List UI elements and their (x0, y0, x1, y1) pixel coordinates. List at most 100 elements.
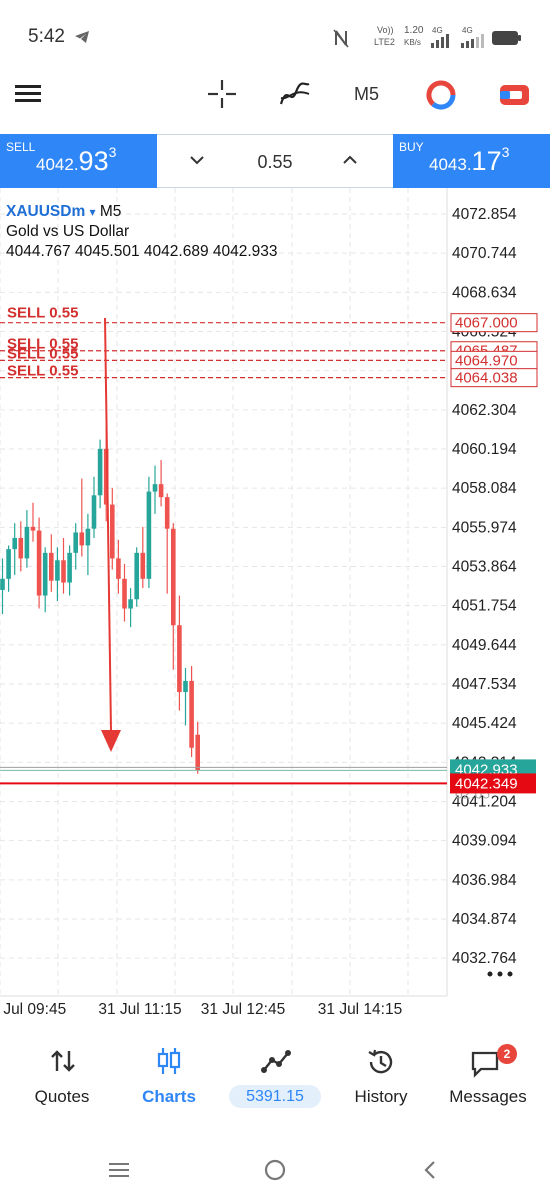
candle-body (24, 526, 30, 559)
status-time: 5:42 (28, 26, 65, 47)
signal-icon (430, 34, 450, 53)
recent-apps-icon[interactable] (108, 1161, 130, 1184)
order-label: SELL 0.55 (7, 305, 78, 322)
candle-body (73, 532, 78, 553)
chart-canvas[interactable]: 4072.8544070.7444068.6344066.5244064.414… (0, 188, 550, 1023)
battery-icon (492, 30, 522, 51)
candle-body (158, 484, 164, 498)
nav-quotes-label: Quotes (34, 1087, 90, 1106)
candle-body (97, 448, 103, 496)
candle-body (128, 599, 133, 609)
candle-body (55, 560, 60, 581)
candle-body (18, 537, 24, 559)
candle-body (12, 537, 17, 550)
timeframe-button[interactable]: M5 (354, 84, 379, 105)
candle-body (189, 680, 194, 748)
candle-body (146, 491, 152, 579)
menu-icon[interactable] (15, 82, 43, 111)
price-axis-label: 4032.764 (452, 950, 517, 967)
candle-body (0, 578, 5, 590)
sell-label: SELL (6, 140, 36, 154)
price-axis-label: 4047.534 (452, 676, 517, 693)
telegram-icon (74, 30, 90, 49)
price-axis-label: 4060.194 (452, 441, 517, 458)
symbol-name[interactable]: XAUUSDm (6, 203, 85, 220)
candle-body (183, 680, 188, 693)
buy-label: BUY (399, 140, 424, 154)
candle-body (6, 549, 11, 579)
candle-body (164, 497, 170, 529)
time-axis-label: 31 Jul 14:15 (318, 1001, 402, 1018)
price-axis-label: 4051.754 (452, 598, 517, 615)
price-axis-label: 4053.864 (452, 559, 517, 576)
trade-chart-icon (261, 1049, 291, 1078)
nav-charts-label: Charts (142, 1087, 196, 1106)
symbol-description: Gold vs US Dollar (6, 223, 130, 240)
order-label: SELL 0.55 (7, 363, 78, 380)
time-axis-label: 31 Jul 12:45 (201, 1001, 285, 1018)
indicators-icon[interactable] (279, 80, 311, 113)
candle-body (36, 530, 42, 596)
price-axis-label: 4034.874 (452, 911, 517, 928)
lot-increase-button[interactable] (342, 152, 358, 173)
signal-icon-2 (460, 34, 488, 53)
order-price-label: 4064.038 (455, 370, 518, 387)
price-axis-label: 4058.084 (452, 480, 517, 497)
ask-price-label: 4042.349 (455, 775, 518, 792)
charts-icon (156, 1047, 182, 1080)
volte-label: Vo)) (377, 25, 394, 35)
net-speed-unit: KB/s (404, 38, 421, 47)
candle-body (195, 734, 200, 771)
nav-trade[interactable]: 5391.15 (225, 1023, 335, 1123)
candle-body (42, 552, 48, 596)
candle-body (91, 495, 97, 529)
price-axis-label: 4049.644 (452, 637, 517, 654)
time-axis-label: 31 Jul 09:45 (0, 1001, 66, 1018)
more-options-icon[interactable] (486, 966, 516, 984)
nav-messages-label: Messages (449, 1087, 527, 1106)
candle-body (171, 528, 176, 626)
candle-body (122, 578, 127, 609)
buy-button[interactable]: BUY 4043.173 (393, 134, 550, 188)
system-navigation-bar (0, 1140, 550, 1200)
home-icon[interactable] (264, 1159, 286, 1186)
order-price-label: 4067.000 (455, 315, 518, 332)
crosshair-icon[interactable] (207, 79, 237, 114)
time-axis-label: 31 Jul 11:15 (98, 1001, 181, 1018)
nav-charts[interactable]: Charts (114, 1023, 224, 1123)
lot-selector: 0.55 (157, 134, 393, 188)
price-axis-label: 4055.974 (452, 519, 517, 536)
candle-body (61, 560, 66, 583)
equity-value: 5391.15 (229, 1085, 321, 1108)
candle-body (49, 552, 54, 581)
candle-body (152, 484, 158, 492)
chart-timeframe: M5 (99, 203, 122, 220)
price-axis-label: 4045.424 (452, 715, 517, 732)
history-icon (366, 1047, 396, 1082)
candle-body (79, 532, 85, 546)
price-axis-label: 4072.854 (452, 206, 517, 223)
tab-switch-icon[interactable] (500, 83, 530, 112)
candle-body (67, 552, 72, 583)
messages-badge: 2 (497, 1044, 517, 1064)
price-axis-label: 4068.634 (452, 284, 517, 301)
candle-body (85, 528, 91, 546)
nav-messages[interactable]: 2 Messages (433, 1023, 543, 1123)
order-label: SELL 0.55 (7, 345, 78, 362)
nav-history[interactable]: History (326, 1023, 436, 1123)
symbol-dropdown-icon[interactable]: ▾ (90, 205, 96, 219)
nav-quotes[interactable]: Quotes (7, 1023, 117, 1123)
one-click-trade-panel: SELL 4042.933 0.55 BUY 4043.173 (0, 134, 550, 188)
back-icon[interactable] (422, 1160, 438, 1185)
candle-body (140, 552, 146, 579)
ohlc-values: 4044.767 4045.501 4042.689 4042.933 (6, 243, 278, 260)
buy-price: 4043.173 (429, 144, 510, 176)
arrow-head (101, 730, 121, 752)
quotes-icon (50, 1049, 76, 1078)
sell-button[interactable]: SELL 4042.933 (0, 134, 157, 188)
price-axis-label: 4070.744 (452, 245, 517, 262)
net-speed-value: 1.20 (404, 25, 424, 36)
price-axis-label: 4036.984 (452, 872, 517, 889)
trade-icon[interactable] (426, 80, 456, 115)
price-chart[interactable]: 4072.8544070.7444068.6344066.5244064.414… (0, 188, 550, 1023)
